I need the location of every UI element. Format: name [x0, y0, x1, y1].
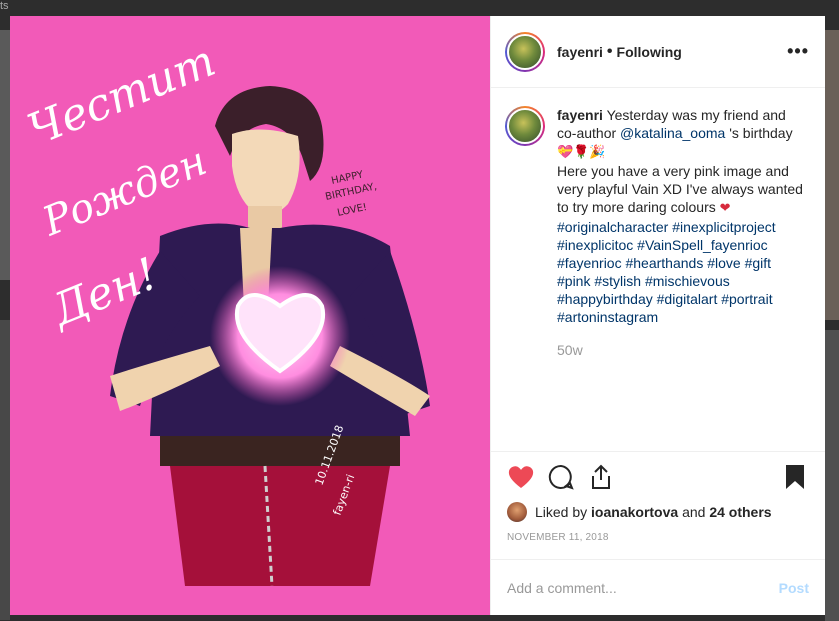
hashtag-link[interactable]: #fayenrioc	[557, 255, 622, 271]
background-text: ts	[0, 0, 9, 12]
caption-username[interactable]: fayenri	[557, 107, 603, 123]
comment-icon[interactable]	[547, 463, 575, 491]
caption-avatar-ring[interactable]	[505, 106, 545, 146]
hashtag-link[interactable]: #pink	[557, 273, 590, 289]
hashtag-link[interactable]: #gift	[745, 255, 771, 271]
profile-avatar-ring[interactable]	[505, 31, 545, 72]
profile-avatar[interactable]	[507, 33, 543, 70]
background-thumbnail	[825, 330, 839, 621]
caption-avatar[interactable]	[507, 108, 543, 144]
liker-avatar[interactable]	[507, 502, 527, 522]
caption-emojis: 💝🌹🎉	[557, 145, 606, 160]
hashtag-link[interactable]: #portrait	[721, 291, 772, 307]
likes-row: Liked by ioanakortova and 24 others	[507, 502, 809, 522]
caption-row: fayenri Yesterday was my friend and co-a…	[505, 106, 809, 326]
background-thumbnail	[825, 30, 839, 320]
more-options-icon[interactable]: •••	[787, 41, 809, 62]
hashtag-link[interactable]: #digitalart	[657, 291, 718, 307]
likes-and: and	[682, 504, 706, 520]
share-icon[interactable]	[587, 463, 615, 491]
hashtag-link[interactable]: #hearthands	[625, 255, 703, 271]
post-sidebar: fayenri • Following ••• fayenri Yesterda…	[490, 16, 825, 615]
likes-others[interactable]: 24 others	[709, 504, 771, 520]
time-ago[interactable]: 50w	[557, 342, 809, 358]
comment-box: Post	[491, 559, 825, 615]
hashtag-link[interactable]: #originalcharacter	[557, 219, 668, 235]
bookmark-icon[interactable]	[781, 463, 809, 491]
caption-mention[interactable]: @katalina_ooma	[620, 125, 725, 141]
comment-input[interactable]	[507, 579, 779, 596]
hashtag-link[interactable]: #happybirthday	[557, 291, 653, 307]
header-username[interactable]: fayenri	[557, 44, 603, 60]
heart-emoji: ❤	[719, 201, 731, 216]
hashtag-link[interactable]: #inexplicitproject	[672, 219, 776, 235]
caption-line-end: 's birthday	[729, 125, 793, 141]
post-image: Честит Рожден Ден! HAPPY BIRTHDAY, LOVE!…	[10, 16, 490, 615]
post-modal: Честит Рожден Ден! HAPPY BIRTHDAY, LOVE!…	[10, 16, 825, 615]
hashtag-link[interactable]: #love	[707, 255, 740, 271]
hashtag-link[interactable]: #artoninstagram	[557, 309, 658, 325]
hashtag-list: #originalcharacter #inexplicitproject #i…	[557, 219, 776, 325]
icon-row	[507, 462, 809, 492]
post-date: NOVEMBER 11, 2018	[507, 532, 609, 543]
hashtag-link[interactable]: #VainSpell_fayenrioc	[637, 237, 768, 253]
artwork-illustration: Честит Рожден Ден! HAPPY BIRTHDAY, LOVE!…	[10, 16, 490, 615]
pants-shape	[170, 466, 390, 586]
background-thumbnail	[0, 30, 10, 280]
hashtag-link[interactable]: #stylish	[594, 273, 641, 289]
post-button[interactable]: Post	[779, 580, 809, 596]
hashtag-link[interactable]: #inexplicitoc	[557, 237, 633, 253]
follow-status[interactable]: Following	[617, 44, 682, 60]
comments-area: fayenri Yesterday was my friend and co-a…	[491, 88, 825, 451]
action-bar: Liked by ioanakortova and 24 others NOVE…	[491, 451, 825, 543]
hashtag-link[interactable]: #mischievous	[645, 273, 730, 289]
heart-icon[interactable]	[507, 463, 535, 491]
caption-line: Here you have a very pink image and very…	[557, 163, 803, 215]
belt-shape	[160, 436, 400, 466]
caption-text: fayenri Yesterday was my friend and co-a…	[557, 106, 807, 326]
liker-username[interactable]: ioanakortova	[591, 504, 678, 520]
post-header: fayenri • Following •••	[491, 16, 825, 88]
separator-dot: •	[606, 42, 613, 60]
background-thumbnail	[0, 320, 10, 620]
likes-prefix: Liked by	[535, 504, 588, 520]
